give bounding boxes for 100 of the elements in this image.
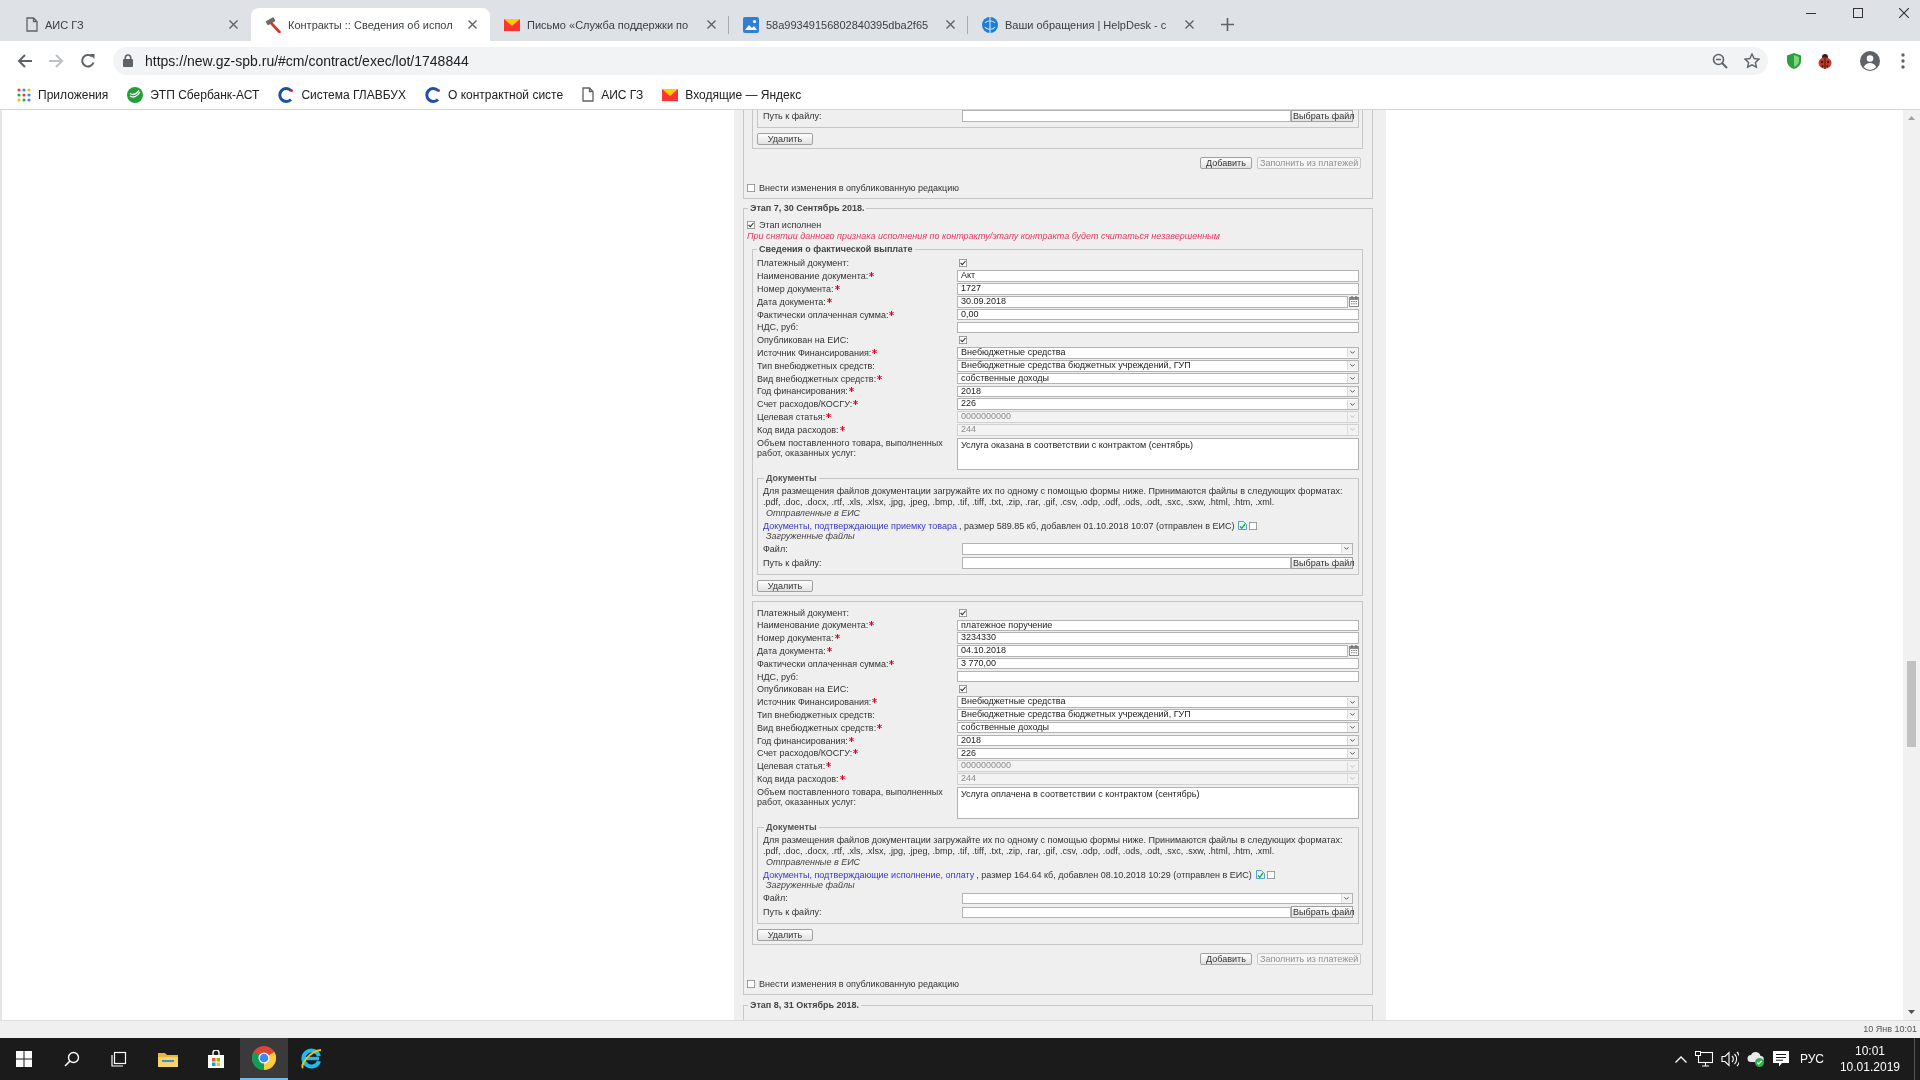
select-field[interactable]: 2018	[957, 734, 1359, 747]
bookmark[interactable]: Система ГЛАВБУХ	[278, 86, 406, 103]
select-field[interactable]: собственные доходы	[957, 721, 1359, 734]
browser-tab[interactable]: Контракты :: Сведения об испол	[251, 8, 490, 41]
tricolor-circle-icon	[252, 1046, 276, 1070]
file-select-field[interactable]	[962, 892, 1353, 905]
star-icon[interactable]	[1744, 52, 1760, 69]
close-icon[interactable]	[229, 20, 238, 29]
address-bar[interactable]: https://new.gz-spb.ru/#cm/contract/exec/lot/1748844	[113, 46, 1768, 75]
close-icon[interactable]	[1899, 8, 1909, 18]
chevron-up-icon[interactable]	[1674, 1055, 1687, 1063]
text-area[interactable]: Услуга оказана в соответствии с контрактом (сентябрь)	[957, 438, 1359, 471]
hammer-icon	[265, 16, 281, 33]
bookmark[interactable]: Входящие — Яндекс	[662, 87, 802, 102]
browser-tab[interactable]: Ваши обращения | HelpDesk - с	[968, 8, 1207, 41]
volume-icon[interactable]	[1720, 1051, 1739, 1067]
bookmark[interactable]: Приложения	[17, 87, 109, 102]
network-icon[interactable]	[1694, 1051, 1713, 1067]
bookmark[interactable]: О контрактной систе	[425, 86, 564, 103]
date-field[interactable]: 04.10.2018	[957, 645, 1348, 657]
clock[interactable]: 10:01 10.01.2019	[1839, 1043, 1900, 1075]
checkbox[interactable]	[747, 184, 755, 192]
file-link[interactable]: Документы, подтверждающие исполнение, оплату	[763, 869, 975, 880]
text-field[interactable]	[957, 670, 1359, 683]
taskbar-button[interactable]	[240, 1038, 288, 1080]
field-label: Целевая статья:	[757, 411, 826, 422]
file-path-field[interactable]	[962, 906, 1291, 919]
calendar-icon[interactable]	[1349, 645, 1359, 657]
checkbox[interactable]	[959, 685, 967, 694]
checkbox[interactable]	[1266, 870, 1275, 879]
text-field[interactable]: платежное поручение	[957, 619, 1359, 632]
text-field[interactable]: Акт	[957, 270, 1359, 282]
delete-button[interactable]: Удалить	[757, 580, 813, 593]
select-field[interactable]: 226	[957, 747, 1359, 760]
language-indicator[interactable]: РУС	[1799, 1052, 1824, 1066]
page-icon	[26, 17, 38, 32]
account-icon[interactable]	[1860, 50, 1880, 71]
text-field[interactable]: 0,00	[957, 308, 1359, 321]
date-field[interactable]: 30.09.2018	[957, 296, 1348, 308]
field-label: Год финансирования:	[757, 735, 848, 746]
minimize-icon[interactable]	[1806, 12, 1816, 14]
menu-icon[interactable]	[1901, 52, 1905, 69]
bookmark[interactable]: ЭТП Сбербанк-АСТ	[127, 86, 260, 103]
checkbox[interactable]	[1249, 521, 1258, 530]
delete-button[interactable]: Удалить	[757, 133, 813, 145]
add-button[interactable]: Добавить	[1200, 157, 1252, 169]
checkbox[interactable]	[959, 259, 967, 268]
browser-tab[interactable]: АИС ГЗ	[12, 8, 251, 41]
text-field[interactable]: 3234330	[957, 632, 1359, 644]
zoom-out-icon[interactable]	[1712, 52, 1728, 69]
close-icon[interactable]	[707, 20, 716, 29]
dropdown-arrow-icon	[1347, 697, 1358, 707]
plus-icon[interactable]	[1221, 18, 1234, 31]
text-field[interactable]	[957, 321, 1359, 334]
file-link[interactable]: Документы, подтверждающие приемку товара	[763, 520, 957, 531]
checkbox[interactable]	[747, 980, 755, 989]
choose-file-button[interactable]: Выбрать файл	[1291, 906, 1353, 919]
dropdown-arrow-icon	[1341, 893, 1352, 903]
back-arrow-icon[interactable]	[17, 52, 33, 69]
browser-tab[interactable]: Письмо «Служба поддержки по	[490, 8, 729, 41]
file-path-field[interactable]	[962, 557, 1291, 569]
select-field[interactable]: Внебюджетные средства	[957, 347, 1359, 359]
select-field[interactable]: Внебюджетные средства бюджетных учреждений, ГУП	[957, 360, 1359, 372]
add-button[interactable]: Добавить	[1200, 953, 1252, 966]
ladybug-icon[interactable]	[1817, 52, 1833, 69]
text-field[interactable]: 3 770,00	[957, 658, 1359, 670]
calendar-icon[interactable]	[1349, 296, 1359, 308]
choose-file-button[interactable]: Выбрать файл	[1291, 110, 1353, 122]
reload-icon[interactable]	[80, 52, 96, 69]
upload-instructions: Для размещения файлов документации загружайте их по одному с помощью формы ниже. Принимаются файлы в следующих форматах: .pdf, .doc, .docx, .rtf, .xls, .xlsx, .jpg, .jpeg, .bmp, .tif, .tiff, .txt, .zip, .rar, .gif, .csv, .odp, .odf, .ods, .odt, .sxc, .sxw, .html, .htm, .xml.	[763, 835, 1344, 857]
close-icon[interactable]	[946, 20, 955, 29]
browser-tab[interactable]: 58a99349156802840395dba2f65	[729, 8, 968, 41]
close-icon[interactable]	[1185, 20, 1194, 29]
scrollbar-thumb[interactable]	[1907, 661, 1916, 747]
field-label: Счет расходов/КОСГУ:	[757, 399, 853, 410]
select-field[interactable]: Внебюджетные средства	[957, 696, 1359, 708]
delete-button[interactable]: Удалить	[757, 929, 813, 942]
cloud-check-icon[interactable]	[1746, 1051, 1765, 1067]
file-select-field[interactable]	[962, 543, 1353, 555]
shield-icon[interactable]	[1787, 52, 1801, 69]
select-field[interactable]: собственные доходы	[957, 372, 1359, 385]
file-info: , размер 164.64 кб, добавлен 08.10.2018 10:29 (отправлен в ЕИС)	[976, 869, 1252, 880]
select-field[interactable]: 226	[957, 398, 1359, 410]
text-area[interactable]: Услуга оплачена в соответствии с контрактом (сентябрь)	[957, 787, 1359, 820]
field-label: Код вида расходов:	[757, 424, 839, 435]
select-field[interactable]: 2018	[957, 385, 1359, 398]
file-path-field[interactable]	[962, 110, 1291, 122]
maximize-icon[interactable]	[1853, 8, 1863, 18]
caret-down-icon[interactable]	[1908, 1010, 1915, 1014]
field-label: Путь к файлу:	[763, 907, 823, 918]
checkbox[interactable]	[959, 608, 967, 617]
checkbox[interactable]	[959, 336, 967, 345]
bookmark[interactable]: АИС ГЗ	[582, 87, 644, 102]
select-field[interactable]: Внебюджетные средства бюджетных учреждений, ГУП	[957, 709, 1359, 721]
choose-file-button[interactable]: Выбрать файл	[1291, 557, 1353, 570]
dropdown-arrow-icon	[1347, 425, 1358, 435]
checkbox[interactable]	[747, 221, 755, 229]
text-field[interactable]: 1727	[957, 283, 1359, 295]
close-icon[interactable]	[468, 20, 477, 29]
message-icon[interactable]	[1772, 1051, 1789, 1067]
